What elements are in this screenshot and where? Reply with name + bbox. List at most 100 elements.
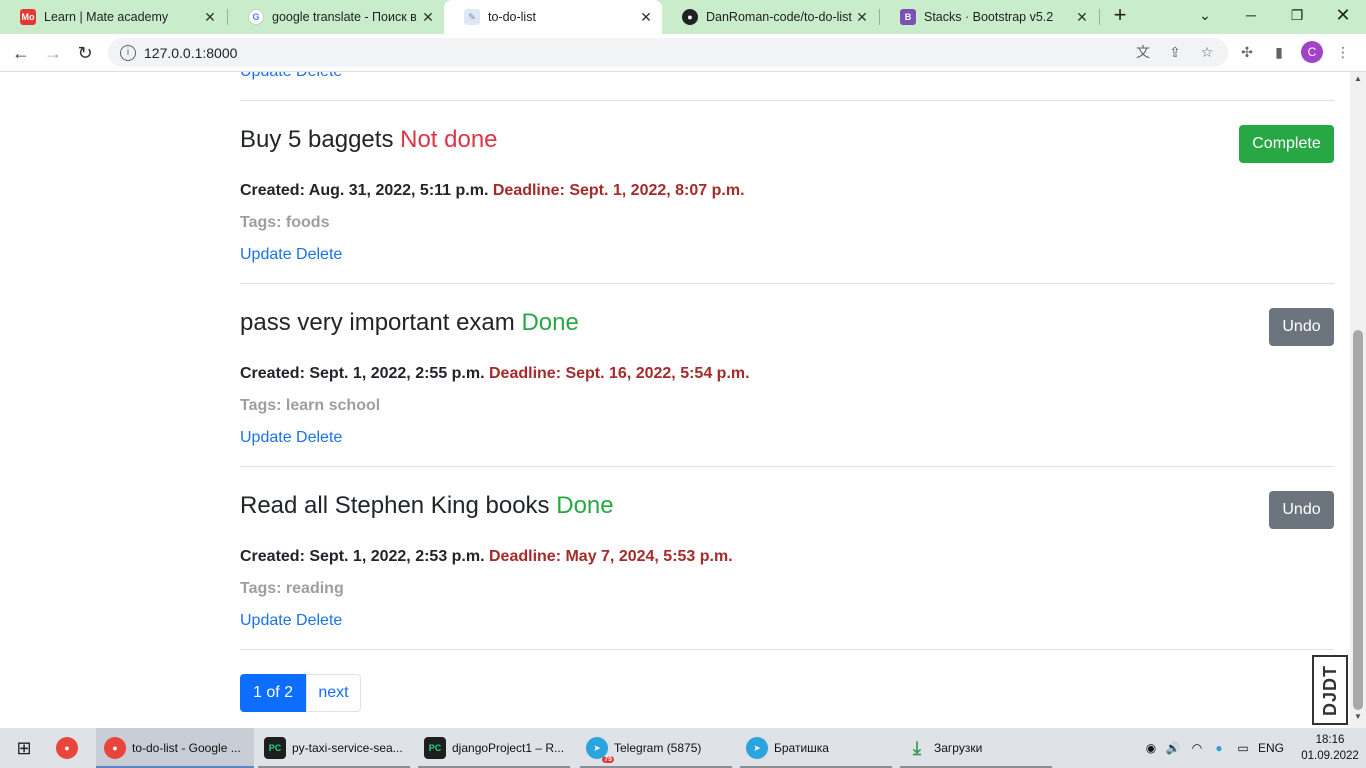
scrollbar-thumb[interactable]	[1353, 330, 1363, 710]
taskbar-item-downloads[interactable]: ⤓ Загрузки	[900, 728, 1052, 768]
profile-avatar[interactable]: C	[1301, 41, 1323, 63]
tab-mate-academy[interactable]: Mo Learn | Mate academy ✕	[0, 0, 226, 34]
scroll-down-icon[interactable]: ▼	[1350, 712, 1366, 726]
battery-icon[interactable]: ▭	[1230, 741, 1256, 755]
taskbar-item-pycharm-1[interactable]: PC py-taxi-service-sea...	[258, 728, 410, 768]
delete-link[interactable]: Delete	[296, 612, 342, 629]
task-tags: Tags: learn school	[240, 397, 381, 414]
close-icon[interactable]: ✕	[636, 9, 656, 26]
django-debug-toolbar-handle[interactable]: DJDT	[1312, 655, 1348, 725]
page-viewport: Update Delete Buy 5 baggets Not done Com…	[0, 72, 1350, 728]
chrome-pinned[interactable]: ●	[56, 728, 84, 768]
deadline-date: Deadline: May 7, 2024, 5:53 p.m.	[489, 548, 733, 565]
taskbar-item-bratishka[interactable]: ➤ Братишка	[740, 728, 892, 768]
task-links: Update Delete	[240, 72, 342, 81]
delete-link[interactable]: Delete	[296, 72, 342, 80]
task-item: pass very important exam Done Undo Creat…	[240, 284, 1334, 467]
telegram-icon: ➤ 75	[586, 737, 614, 763]
side-panel-icon[interactable]: ▮	[1270, 43, 1288, 61]
update-link[interactable]: Update	[240, 612, 292, 629]
windows-taskbar: ⊞ ● ● to-do-list - Google ... PC py-taxi…	[0, 728, 1366, 768]
task-dates: Created: Sept. 1, 2022, 2:53 p.m. Deadli…	[240, 548, 733, 566]
forward-icon[interactable]: →	[40, 40, 66, 66]
restore-icon[interactable]: ❐	[1274, 0, 1320, 30]
update-link[interactable]: Update	[240, 429, 292, 446]
pycharm-icon: PC	[264, 737, 286, 759]
deadline-date: Deadline: Sept. 1, 2022, 8:07 p.m.	[492, 182, 745, 199]
taskbar-label: py-taxi-service-sea...	[292, 741, 403, 755]
tab-to-do-list[interactable]: ✎ to-do-list ✕	[444, 0, 662, 34]
github-icon: ●	[682, 9, 698, 25]
page-scrollbar[interactable]: ▲ ▼	[1350, 72, 1366, 728]
close-icon[interactable]: ✕	[1072, 9, 1092, 26]
address-bar[interactable]: i 127.0.0.1:8000	[108, 38, 1228, 67]
taskbar-label: Telegram (5875)	[614, 741, 702, 755]
taskbar-label: Загрузки	[934, 741, 983, 755]
task-title: Buy 5 baggets Not done	[240, 126, 498, 154]
system-clock[interactable]: 18:16 01.09.2022	[1300, 732, 1360, 764]
tab-search-icon[interactable]: ⌄	[1182, 0, 1228, 30]
chrome-icon: ●	[56, 737, 78, 759]
next-page-link[interactable]: next	[306, 674, 361, 712]
clock-time: 18:16	[1315, 734, 1345, 746]
close-icon[interactable]: ✕	[852, 9, 872, 26]
update-link[interactable]: Update	[240, 246, 292, 263]
undo-button[interactable]: Undo	[1269, 491, 1334, 529]
system-tray: ◉ 🔊 ◠ ● ▭ ENG	[1142, 728, 1286, 768]
extensions-icon[interactable]: ✣	[1238, 43, 1256, 61]
menu-icon[interactable]: ⋮	[1334, 43, 1352, 61]
mate-academy-icon: Mo	[20, 9, 36, 25]
volume-icon[interactable]: 🔊	[1160, 741, 1186, 755]
task-tags: Tags: reading	[240, 580, 344, 597]
status-done: Done	[521, 309, 579, 336]
tab-google-translate[interactable]: G google translate - Поиск в G ✕	[228, 0, 444, 34]
tab-title: Learn | Mate academy	[44, 10, 169, 24]
delete-link[interactable]: Delete	[296, 429, 342, 446]
taskbar-label: to-do-list - Google ...	[132, 741, 241, 755]
task-links: Update Delete	[240, 246, 342, 264]
created-date: Created: Sept. 1, 2022, 2:53 p.m.	[240, 548, 485, 565]
taskbar-item-pycharm-2[interactable]: PC djangoProject1 – R...	[418, 728, 570, 768]
new-tab-button[interactable]: +	[1108, 4, 1132, 28]
telegram-tray-icon[interactable]: ●	[1208, 741, 1230, 755]
document-icon: ✎	[464, 9, 480, 25]
created-date: Created: Aug. 31, 2022, 5:11 p.m.	[240, 182, 489, 199]
site-info-icon[interactable]: i	[120, 44, 136, 61]
taskbar-item-chrome[interactable]: ● to-do-list - Google ...	[96, 728, 254, 768]
close-window-icon[interactable]: ✕	[1320, 0, 1366, 30]
task-item: Buy 5 baggets Not done Complete Created:…	[240, 101, 1334, 284]
chrome-tray-icon[interactable]: ◉	[1142, 741, 1160, 755]
url-text: 127.0.0.1:8000	[144, 44, 238, 61]
translate-icon[interactable]: 文	[1134, 43, 1152, 61]
share-icon[interactable]: ⇪	[1166, 43, 1184, 61]
task-tags: Tags: foods	[240, 214, 330, 231]
status-done: Done	[556, 492, 614, 519]
task-list: Update Delete Buy 5 baggets Not done Com…	[240, 72, 1334, 650]
minimize-icon[interactable]: ─	[1228, 0, 1274, 30]
complete-button[interactable]: Complete	[1239, 125, 1334, 163]
reload-icon[interactable]: ↻	[72, 40, 98, 66]
undo-button[interactable]: Undo	[1269, 308, 1334, 346]
start-icon[interactable]: ⊞	[12, 728, 36, 768]
taskbar-label: djangoProject1 – R...	[452, 741, 565, 755]
bookmark-star-icon[interactable]: ☆	[1198, 43, 1216, 61]
task-title: pass very important exam Done	[240, 309, 579, 337]
wifi-icon[interactable]: ◠	[1186, 741, 1208, 755]
update-link[interactable]: Update	[240, 72, 292, 80]
tab-bootstrap[interactable]: B Stacks · Bootstrap v5.2 ✕	[880, 0, 1098, 34]
language-indicator[interactable]: ENG	[1256, 741, 1286, 755]
clock-date: 01.09.2022	[1301, 750, 1359, 762]
close-icon[interactable]: ✕	[418, 9, 438, 26]
tab-title: Stacks · Bootstrap v5.2	[924, 10, 1054, 24]
deadline-date: Deadline: Sept. 16, 2022, 5:54 p.m.	[489, 365, 750, 382]
scroll-up-icon[interactable]: ▲	[1350, 74, 1366, 88]
tab-github[interactable]: ● DanRoman-code/to-do-list: ✕	[662, 0, 878, 34]
delete-link[interactable]: Delete	[296, 246, 342, 263]
task-links: Update Delete	[240, 429, 342, 447]
back-icon[interactable]: ←	[8, 40, 34, 66]
created-date: Created: Sept. 1, 2022, 2:55 p.m.	[240, 365, 485, 382]
task-title: Read all Stephen King books Done	[240, 492, 614, 520]
browser-tab-bar: Mo Learn | Mate academy ✕ G google trans…	[0, 0, 1366, 34]
close-icon[interactable]: ✕	[200, 9, 220, 26]
taskbar-item-telegram[interactable]: ➤ 75 Telegram (5875)	[580, 728, 732, 768]
